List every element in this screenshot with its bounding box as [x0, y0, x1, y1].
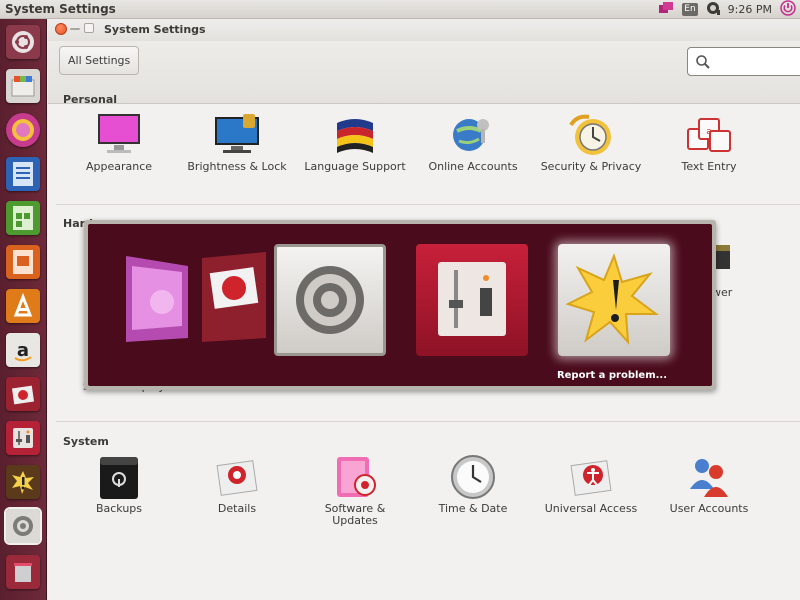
- switcher-sound-icon: [438, 262, 506, 336]
- security-privacy-label: Security & Privacy: [540, 160, 642, 173]
- switcher-details-icon[interactable]: [196, 250, 268, 344]
- text-entry-icon: a: [687, 118, 731, 152]
- photos-icon[interactable]: [6, 113, 40, 147]
- appearance-label: Appearance: [85, 160, 153, 173]
- brightness-lock-item[interactable]: Brightness & Lock: [177, 111, 297, 173]
- section-divider: [56, 204, 800, 205]
- security-privacy-icon: [569, 114, 611, 155]
- power-icon[interactable]: [780, 0, 796, 20]
- switcher-system-settings-card[interactable]: [274, 244, 386, 356]
- report-problem-icon[interactable]: [6, 465, 40, 499]
- window-titlebar[interactable]: System Settings: [48, 19, 800, 41]
- time-date-icon: [451, 455, 495, 499]
- universal-access-item[interactable]: Universal Access: [531, 453, 651, 515]
- user-accounts-icon: [690, 459, 728, 497]
- section-title-personal: Personal: [63, 93, 118, 106]
- switcher-sound-card[interactable]: [416, 244, 528, 356]
- app-switcher-panel: Report a problem...: [88, 224, 712, 386]
- clock[interactable]: 9:26 PM: [728, 3, 772, 16]
- section-divider: [56, 421, 800, 422]
- universal-access-icon: [570, 460, 612, 496]
- launcher: a: [0, 19, 47, 600]
- switcher-selected-label: Report a problem...: [556, 370, 668, 381]
- window-title: System Settings: [104, 23, 206, 36]
- svg-text:a: a: [706, 127, 712, 137]
- indicators: En 9:26 PM: [658, 0, 796, 20]
- power-settings-icon[interactable]: [714, 243, 732, 279]
- language-support-icon: [337, 119, 373, 153]
- app-switcher: Report a problem...: [84, 220, 716, 390]
- files-icon[interactable]: [6, 69, 40, 103]
- software-updates-icon: [337, 457, 376, 497]
- switcher-photos-icon[interactable]: [118, 252, 190, 344]
- switcher-report-problem-card[interactable]: [558, 244, 670, 356]
- security-privacy-item[interactable]: Security & Privacy: [531, 111, 651, 173]
- impress-icon[interactable]: [6, 245, 40, 279]
- text-entry-item[interactable]: a Text Entry: [649, 111, 769, 173]
- brightness-lock-icon: [215, 114, 259, 153]
- online-accounts-label: Online Accounts: [428, 160, 518, 173]
- all-settings-button[interactable]: All Settings: [59, 46, 140, 75]
- top-panel-title: System Settings: [5, 2, 116, 16]
- switcher-report-problem-icon: [565, 253, 659, 345]
- universal-access-label: Universal Access: [544, 502, 638, 515]
- search-input[interactable]: [687, 47, 800, 76]
- software-updates-label: Software & Updates: [324, 502, 386, 527]
- svg-text:a: a: [17, 340, 29, 361]
- search-icon: [696, 55, 710, 69]
- keyboard-indicator[interactable]: En: [682, 3, 698, 16]
- amazon-icon[interactable]: a: [6, 333, 40, 367]
- ubuntu-dash-icon[interactable]: [6, 25, 40, 59]
- maximize-button[interactable]: [84, 23, 94, 33]
- switcher-gear-icon: [296, 266, 364, 334]
- user-accounts-label: User Accounts: [669, 502, 749, 515]
- software-updates-item[interactable]: Software & Updates: [295, 453, 415, 527]
- time-date-label: Time & Date: [438, 502, 508, 515]
- toolbar: All Settings: [48, 41, 800, 104]
- language-support-item[interactable]: Language Support: [295, 111, 415, 173]
- appearance-item[interactable]: Appearance: [59, 111, 179, 173]
- close-button[interactable]: [55, 23, 67, 35]
- backups-label: Backups: [95, 502, 143, 515]
- text-entry-label: Text Entry: [681, 160, 737, 173]
- top-panel: System Settings En 9:26 PM: [0, 0, 800, 19]
- backups-item[interactable]: Backups: [59, 453, 179, 515]
- appearance-icon: [98, 114, 140, 153]
- software-center-icon[interactable]: [6, 289, 40, 323]
- time-date-item[interactable]: Time & Date: [413, 453, 533, 515]
- user-accounts-item[interactable]: User Accounts: [649, 453, 769, 515]
- language-support-label: Language Support: [304, 160, 406, 173]
- writer-icon[interactable]: [6, 157, 40, 191]
- system-settings-window: System Settings All Settings Personal Ap…: [48, 19, 800, 600]
- brightness-lock-label: Brightness & Lock: [187, 160, 287, 173]
- sound-settings-icon[interactable]: [6, 421, 40, 455]
- details-label: Details: [217, 502, 257, 515]
- details-icon[interactable]: [6, 377, 40, 411]
- messaging-icon[interactable]: [658, 0, 674, 19]
- details-item[interactable]: Details: [177, 453, 297, 515]
- calc-icon[interactable]: [6, 201, 40, 235]
- minimize-button[interactable]: [70, 28, 80, 30]
- details-icon: [216, 460, 258, 496]
- online-accounts-item[interactable]: Online Accounts: [413, 111, 533, 173]
- section-title-system: System: [63, 435, 109, 448]
- backups-icon: [100, 457, 138, 499]
- network-icon[interactable]: [706, 0, 720, 19]
- trash-icon[interactable]: [6, 555, 40, 589]
- system-settings-icon[interactable]: [4, 507, 42, 545]
- online-accounts-icon: [453, 119, 489, 151]
